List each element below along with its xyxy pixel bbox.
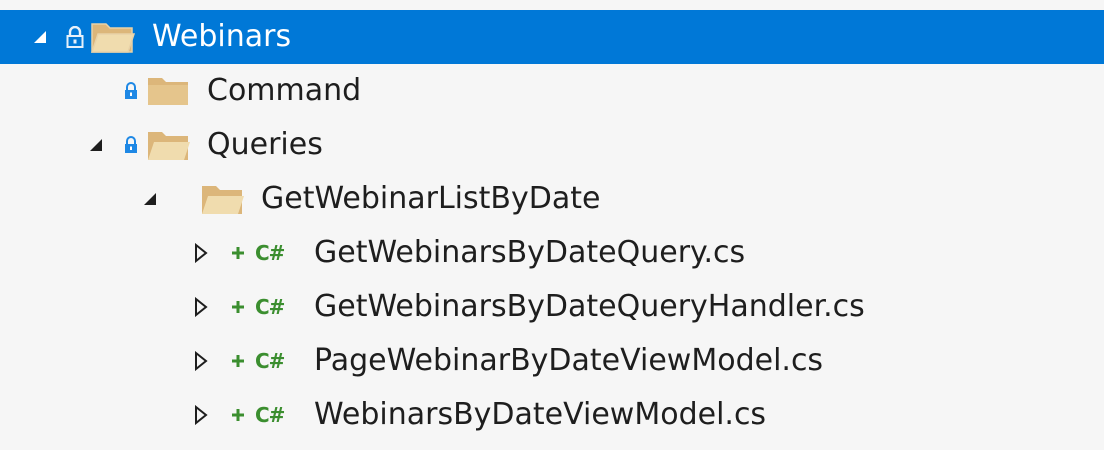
folder-open-icon bbox=[146, 118, 192, 172]
lock-icon bbox=[124, 118, 138, 172]
csharp-file-icon: C# bbox=[255, 295, 285, 319]
csharp-file-icon: C# bbox=[255, 403, 285, 427]
pending-add-icon bbox=[230, 226, 246, 280]
tree-item-label: PageWebinarByDateViewModel.cs bbox=[314, 343, 824, 378]
collapsed-arrow-icon[interactable] bbox=[194, 388, 208, 442]
tree-item-label: GetWebinarsByDateQueryHandler.cs bbox=[314, 289, 865, 324]
csharp-file-icon: C# bbox=[255, 349, 285, 373]
csharp-file-icon: C# bbox=[255, 241, 285, 265]
tree-item-command[interactable]: Command bbox=[0, 64, 1104, 118]
tree-item-file[interactable]: C# WebinarsByDateViewModel.cs bbox=[0, 388, 1104, 442]
solution-explorer-tree: Webinars Command Queries GetWebinarListB… bbox=[0, 0, 1104, 450]
tree-item-file[interactable]: C# GetWebinarsByDateQuery.cs bbox=[0, 226, 1104, 280]
folder-icon bbox=[146, 64, 190, 118]
tree-item-label: Webinars bbox=[152, 19, 292, 54]
tree-item-file[interactable]: C# GetWebinarsByDateQueryHandler.cs bbox=[0, 280, 1104, 334]
tree-item-label: Command bbox=[207, 73, 362, 108]
tree-item-label: Queries bbox=[207, 127, 323, 162]
pending-add-icon bbox=[230, 334, 246, 388]
tree-item-label: GetWebinarListByDate bbox=[261, 181, 601, 216]
expanded-arrow-icon[interactable] bbox=[142, 172, 158, 226]
folder-open-icon bbox=[90, 10, 136, 64]
tree-item-webinars[interactable]: Webinars bbox=[0, 10, 1104, 64]
tree-item-file[interactable]: C# PageWebinarByDateViewModel.cs bbox=[0, 334, 1104, 388]
tree-item-getwebinarlistbydate[interactable]: GetWebinarListByDate bbox=[0, 172, 1104, 226]
pending-add-icon bbox=[230, 280, 246, 334]
folder-open-icon bbox=[200, 172, 246, 226]
lock-icon bbox=[124, 64, 138, 118]
tree-item-queries[interactable]: Queries bbox=[0, 118, 1104, 172]
pending-add-icon bbox=[230, 388, 246, 442]
tree-item-label: WebinarsByDateViewModel.cs bbox=[314, 397, 767, 432]
tree-item-label: GetWebinarsByDateQuery.cs bbox=[314, 235, 746, 270]
collapsed-arrow-icon[interactable] bbox=[194, 280, 208, 334]
expanded-arrow-icon[interactable] bbox=[88, 118, 104, 172]
collapsed-arrow-icon[interactable] bbox=[194, 226, 208, 280]
expanded-arrow-icon[interactable] bbox=[32, 10, 48, 64]
collapsed-arrow-icon[interactable] bbox=[194, 334, 208, 388]
lock-icon bbox=[66, 10, 84, 64]
